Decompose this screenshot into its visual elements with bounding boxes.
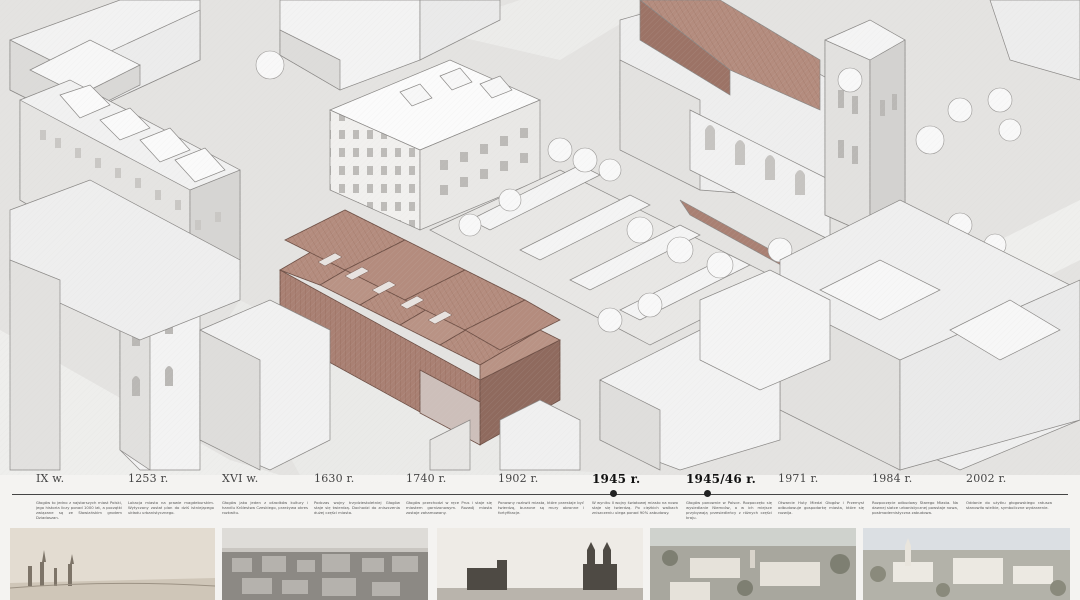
timeline-description: Lokacja miasta na prawie magdeburskim. W…	[128, 500, 214, 515]
photo-engraving	[10, 528, 215, 600]
timeline-year: 1971 r.	[778, 472, 819, 485]
timeline-year: 1984 r.	[872, 472, 913, 485]
timeline-year: 1253 r.	[128, 472, 169, 485]
paper-texture	[0, 0, 1080, 475]
timeline-event: 1971 r. Otwarcie Huty Miedzi Głogów i Prz…	[778, 472, 866, 515]
poster: IX w. Głogów to jedno z najstarszych mias…	[0, 0, 1080, 600]
timeline-description: Otwarcie Huty Miedzi Głogów i Przemysł o…	[778, 500, 864, 515]
timeline-description: Głogów jako jeden z ośrodków kultury i h…	[222, 500, 308, 515]
timeline-event: 1740 r. Głogów przechodzi w ręce Prus i s…	[406, 472, 494, 515]
timeline-event: XVI w. Głogów jako jeden z ośrodków kultu…	[222, 472, 310, 515]
timeline-description: Głogów przechodzi w ręce Prus i staje si…	[406, 500, 492, 515]
timeline-year: XVI w.	[222, 472, 259, 485]
timeline-description: W wyniku II wojny światowej miasto na no…	[592, 500, 678, 515]
timeline-axis	[12, 494, 1068, 495]
timeline-year: 1945/46 r.	[686, 472, 757, 486]
timeline-event: 1630 r. Podczas wojny trzydziestoletniej …	[314, 472, 402, 515]
timeline-marker-dot	[704, 490, 711, 497]
photo-aerial-2	[863, 528, 1070, 600]
timeline-description: Głogów to jedno z najstarszych miast Pol…	[36, 500, 122, 520]
axonometric-view	[0, 0, 1080, 475]
timeline-description: Głogów ponownie w Polsce. Rozpoczęto się…	[686, 500, 772, 520]
historic-photo-strip	[0, 528, 1080, 600]
timeline-year: 1740 r.	[406, 472, 447, 485]
timeline-year: 1902 r.	[498, 472, 539, 485]
timeline-event: 1945/46 r. Głogów ponownie w Polsce. Rozp…	[686, 472, 774, 520]
timeline-event: IX w. Głogów to jedno z najstarszych mias…	[36, 472, 124, 520]
timeline-year: 1945 r.	[592, 472, 641, 486]
timeline-year: 1630 r.	[314, 472, 355, 485]
timeline-event: 1984 r. Rozpoczęcie odbudowy Starego Mias…	[872, 472, 960, 515]
timeline-year: 2002 r.	[966, 472, 1007, 485]
timeline: IX w. Głogów to jedno z najstarszych mias…	[0, 470, 1080, 530]
photo-ruins	[437, 528, 643, 600]
photo-aerial-1	[650, 528, 856, 600]
timeline-event: 1945 r. W wyniku II wojny światowej miast…	[592, 472, 680, 515]
timeline-marker-dot	[610, 490, 617, 497]
timeline-description: Ponowny rozkwit miasta, które przestaje …	[498, 500, 584, 515]
timeline-description: Rozpoczęcie odbudowy Starego Miasta. Na …	[872, 500, 958, 515]
timeline-year: IX w.	[36, 472, 65, 485]
timeline-event: 2002 r. Oddanie do użytku głogowskiego ra…	[966, 472, 1054, 510]
timeline-event: 1902 r. Ponowny rozkwit miasta, które prz…	[498, 472, 586, 515]
timeline-event: 1253 r. Lokacja miasta na prawie magdebur…	[128, 472, 216, 515]
photo-old-town	[222, 528, 428, 600]
timeline-description: Podczas wojny trzydziestoletniej Głogów …	[314, 500, 400, 515]
timeline-description: Oddanie do użytku głogowskiego ratusza s…	[966, 500, 1052, 510]
